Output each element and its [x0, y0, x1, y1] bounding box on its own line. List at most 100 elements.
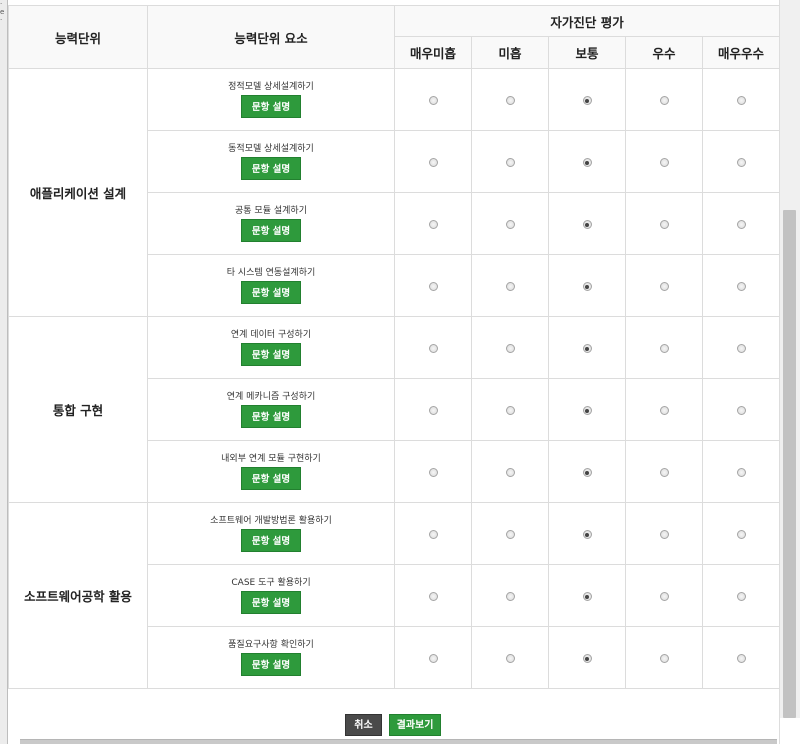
rating-cell: [471, 316, 549, 379]
item-description-button[interactable]: 문항 설명: [241, 95, 301, 118]
rating-cell: [548, 254, 626, 317]
rating-cell: [394, 316, 472, 379]
rating-radio[interactable]: [582, 282, 592, 291]
header-level: 우수: [625, 36, 703, 69]
header-level: 매우미흡: [394, 36, 472, 69]
rating-radio[interactable]: [505, 654, 515, 663]
rating-radio[interactable]: [736, 530, 746, 539]
item-description-button[interactable]: 문항 설명: [241, 281, 301, 304]
table-row: 통합 구현 연계 데이터 구성하기 문항 설명: [8, 316, 779, 503]
cancel-button[interactable]: 취소: [345, 714, 382, 736]
background-window-edge: · e ·: [0, 0, 8, 744]
header-level: 미흡: [471, 36, 549, 69]
rating-radio[interactable]: [505, 592, 515, 601]
ability-element-label: 정적모델 상세설계하기: [228, 82, 314, 92]
item-description-button[interactable]: 문항 설명: [241, 219, 301, 242]
rating-radio[interactable]: [659, 96, 669, 105]
rating-radio[interactable]: [428, 468, 438, 477]
rating-radio[interactable]: [659, 654, 669, 663]
ability-unit-cell: 애플리케이션 설계: [8, 68, 148, 317]
rating-radio[interactable]: [428, 282, 438, 291]
rating-cell: [625, 626, 703, 689]
rating-radio[interactable]: [505, 344, 515, 353]
rating-cell: [625, 192, 703, 255]
ability-element-label: CASE 도구 활용하기: [231, 578, 311, 588]
rating-radio[interactable]: [505, 468, 515, 477]
rating-radio[interactable]: [505, 282, 515, 291]
rating-radio[interactable]: [582, 530, 592, 539]
rating-radio[interactable]: [505, 96, 515, 105]
ability-unit-cell: 소프트웨어공학 활용: [8, 502, 148, 689]
rating-cell: [548, 440, 626, 503]
rating-radio[interactable]: [659, 530, 669, 539]
rating-radio[interactable]: [659, 592, 669, 601]
rating-radio[interactable]: [505, 406, 515, 415]
rating-radio[interactable]: [428, 220, 438, 229]
item-description-button[interactable]: 문항 설명: [241, 467, 301, 490]
rating-radio[interactable]: [659, 406, 669, 415]
rating-radio[interactable]: [582, 592, 592, 601]
rating-radio[interactable]: [736, 344, 746, 353]
rating-radio[interactable]: [736, 468, 746, 477]
rating-radio[interactable]: [736, 96, 746, 105]
rating-cell: [471, 502, 549, 565]
rating-cell: [625, 68, 703, 131]
rating-cell: [394, 254, 472, 317]
item-description-button[interactable]: 문항 설명: [241, 591, 301, 614]
rating-radio[interactable]: [505, 220, 515, 229]
rating-radio[interactable]: [736, 220, 746, 229]
item-description-button[interactable]: 문항 설명: [241, 529, 301, 552]
rating-radio[interactable]: [428, 96, 438, 105]
view-results-button[interactable]: 결과보기: [389, 714, 441, 736]
rating-radio[interactable]: [428, 654, 438, 663]
rating-radio[interactable]: [582, 158, 592, 167]
item-description-button[interactable]: 문항 설명: [241, 157, 301, 180]
rating-radio[interactable]: [428, 592, 438, 601]
rating-radio[interactable]: [428, 406, 438, 415]
horizontal-scrollbar[interactable]: [20, 739, 777, 744]
rating-radio[interactable]: [659, 158, 669, 167]
rating-radio[interactable]: [736, 282, 746, 291]
rating-radio[interactable]: [736, 654, 746, 663]
rating-radio[interactable]: [582, 468, 592, 477]
ability-element-label: 소프트웨어 개발방법론 활용하기: [210, 516, 332, 526]
vertical-scrollbar[interactable]: [779, 0, 800, 744]
rating-radio[interactable]: [659, 282, 669, 291]
rating-cell: [471, 564, 549, 627]
rating-radio[interactable]: [428, 530, 438, 539]
rating-cell: [701, 316, 779, 379]
rating-cell: [701, 626, 779, 689]
rating-cell: [701, 192, 779, 255]
item-description-button[interactable]: 문항 설명: [241, 653, 301, 676]
rating-radio[interactable]: [582, 220, 592, 229]
rating-cell: [548, 378, 626, 441]
assessment-table: 능력단위 능력단위 요소 자가진단 평가 매우미흡 미흡 보통 우수 매우우수 …: [8, 5, 779, 689]
rating-radio[interactable]: [505, 530, 515, 539]
rating-cell: [548, 502, 626, 565]
rating-radio[interactable]: [659, 344, 669, 353]
rating-cell: [701, 68, 779, 131]
rating-cell: [625, 254, 703, 317]
rating-cell: [394, 502, 472, 565]
ability-element-cell: 내외부 연계 모듈 구현하기 문항 설명: [147, 440, 395, 503]
rating-cell: [548, 626, 626, 689]
rating-radio[interactable]: [582, 654, 592, 663]
rating-radio[interactable]: [736, 592, 746, 601]
rating-radio[interactable]: [505, 158, 515, 167]
ability-element-cell: CASE 도구 활용하기문항 설명: [147, 564, 395, 627]
rating-radio[interactable]: [582, 344, 592, 353]
item-description-button[interactable]: 문항 설명: [241, 343, 301, 366]
rating-radio[interactable]: [659, 220, 669, 229]
rating-radio[interactable]: [582, 406, 592, 415]
rating-radio[interactable]: [659, 468, 669, 477]
rating-radio[interactable]: [736, 158, 746, 167]
scrollbar-thumb[interactable]: [783, 210, 796, 718]
rating-radio[interactable]: [736, 406, 746, 415]
item-description-button[interactable]: 문항 설명: [241, 405, 301, 428]
rating-cell: [625, 378, 703, 441]
rating-radio[interactable]: [428, 344, 438, 353]
rating-cell: [625, 440, 703, 503]
header-evaluation: 자가진단 평가: [393, 5, 779, 37]
rating-radio[interactable]: [582, 96, 592, 105]
rating-radio[interactable]: [428, 158, 438, 167]
